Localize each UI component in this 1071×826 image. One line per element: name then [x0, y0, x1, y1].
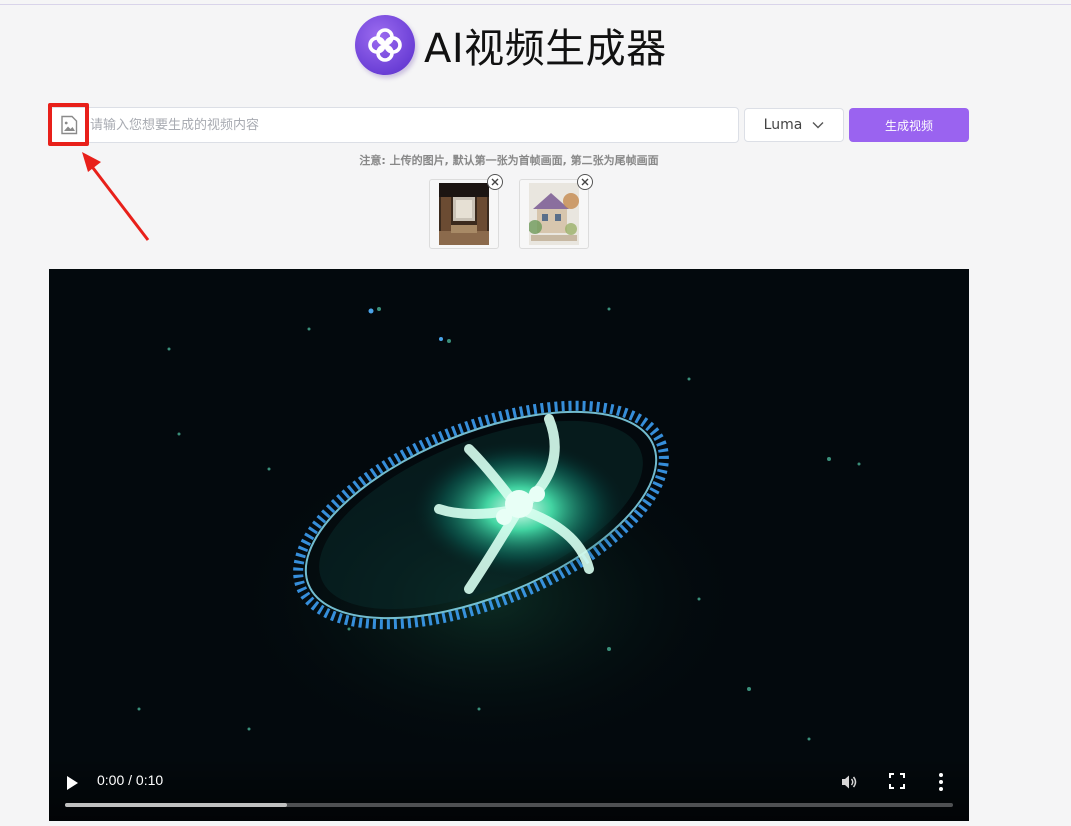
app-header: AI视频生成器	[355, 14, 667, 76]
logo-icon	[355, 15, 415, 75]
uploaded-image-first-frame[interactable]	[429, 174, 503, 249]
uploaded-image-last-frame[interactable]	[519, 174, 593, 249]
more-options-icon[interactable]	[937, 771, 945, 793]
video-time: 0:00 / 0:10	[97, 772, 164, 788]
page-title: AI视频生成器	[424, 26, 667, 72]
generate-video-button[interactable]: 生成视频	[849, 108, 969, 142]
video-player[interactable]: 0:00 / 0:10	[49, 269, 969, 821]
video-frame-jellyfish	[49, 269, 969, 821]
model-select-value: Luma	[763, 117, 803, 133]
image-upload-button[interactable]	[50, 106, 88, 144]
volume-icon[interactable]	[839, 772, 859, 792]
upload-note: 注意: 上传的图片, 默认第一张为首帧画面, 第二张为尾帧画面	[359, 154, 659, 167]
prompt-input[interactable]	[90, 111, 730, 139]
model-select[interactable]: Luma	[744, 108, 844, 142]
interior-room-thumbnail	[439, 183, 489, 245]
close-icon	[581, 178, 589, 186]
fullscreen-icon[interactable]	[889, 773, 905, 789]
play-icon[interactable]	[65, 774, 81, 792]
video-controls: 0:00 / 0:10	[49, 757, 969, 821]
watercolor-house-thumbnail	[529, 183, 579, 245]
close-icon	[491, 178, 499, 186]
image-upload-icon	[61, 115, 78, 135]
top-divider	[0, 4, 1071, 5]
remove-image-button[interactable]	[577, 174, 593, 190]
video-progress-bar[interactable]	[65, 803, 953, 807]
video-progress-fill	[65, 803, 287, 807]
chevron-down-icon	[812, 122, 824, 129]
remove-image-button[interactable]	[487, 174, 503, 190]
